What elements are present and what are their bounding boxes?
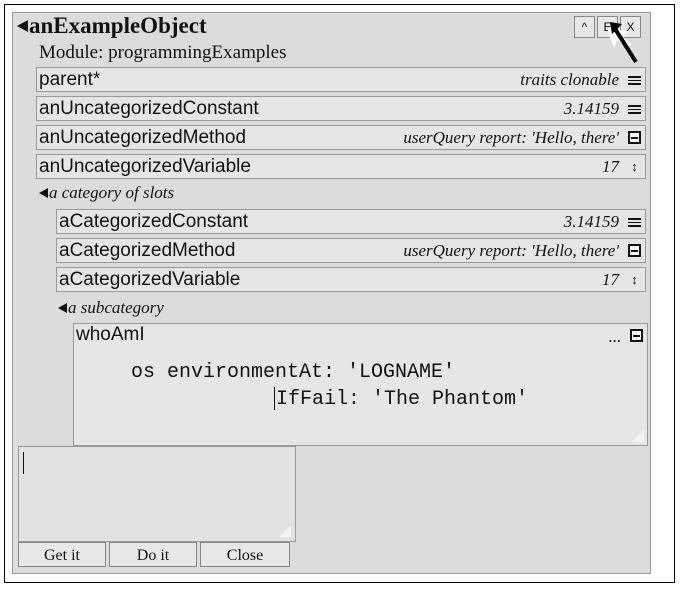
slot-row-variable[interactable]: anUncategorizedVariable 17 ↕ [36, 154, 646, 179]
slot-name: aCategorizedVariable [59, 269, 241, 290]
code-line-1[interactable]: os environmentAt: 'LOGNAME' [131, 361, 455, 384]
slot-value: 3.14159 [563, 99, 619, 118]
code-line-2[interactable]: IfFail: 'The Phantom' [276, 388, 528, 411]
resize-grip-icon[interactable] [279, 525, 291, 537]
variable-arrows-icon[interactable]: ↕ [628, 160, 641, 173]
get-it-button[interactable]: Get it [18, 542, 106, 567]
slot-value: 17 [602, 157, 619, 176]
slot-name: aCategorizedConstant [59, 211, 249, 232]
slot-name: anUncategorizedMethod [39, 127, 247, 148]
category-slot-row-method[interactable]: aCategorizedMethod userQuery report: 'He… [56, 238, 646, 263]
category-slot-row-constant[interactable]: aCategorizedConstant 3.14159 [56, 209, 646, 234]
slot-row-constant[interactable]: anUncategorizedConstant 3.14159 [36, 96, 646, 121]
slot-row-method[interactable]: anUncategorizedMethod userQuery report: … [36, 125, 646, 150]
method-name: whoAmI [76, 324, 145, 345]
category-slot-row-variable[interactable]: aCategorizedVariable 17 ↕ [56, 267, 646, 292]
module-label: Module: programmingExamples [39, 42, 287, 63]
slot-name: anUncategorizedVariable [39, 156, 251, 177]
slot-name: anUncategorizedConstant [39, 98, 259, 119]
slot-value: userQuery report: 'Hello, there' [403, 241, 619, 260]
slot-value: userQuery report: 'Hello, there' [403, 128, 619, 147]
method-icon[interactable] [628, 244, 641, 257]
evaluator-input[interactable] [18, 446, 296, 542]
object-title-text: anExampleObject [29, 13, 207, 38]
collapse-triangle-icon[interactable] [17, 19, 28, 32]
arrow-pointer-icon [608, 22, 638, 64]
evaluator-caret [23, 452, 24, 474]
subcategory-collapse-icon[interactable] [58, 303, 67, 314]
constant-icon[interactable] [628, 218, 641, 227]
slot-value: 3.14159 [563, 212, 619, 231]
close-evaluator-button[interactable]: Close [200, 542, 290, 567]
object-title[interactable]: anExampleObject [17, 13, 207, 39]
resize-grip-icon[interactable] [632, 430, 644, 442]
slot-row-parent[interactable]: parent* traits clonable [36, 67, 646, 92]
up-button[interactable]: ^ [574, 16, 595, 38]
constant-icon[interactable] [628, 105, 641, 114]
subcategory-label: a subcategory [68, 298, 164, 317]
category-collapse-icon[interactable] [39, 188, 48, 199]
do-it-button[interactable]: Do it [109, 542, 197, 567]
category-label: a category of slots [49, 183, 175, 202]
slot-name: parent* [39, 69, 101, 90]
slot-name: aCategorizedMethod [59, 240, 236, 261]
constant-icon[interactable] [628, 76, 641, 85]
category-header[interactable]: a category of slots [39, 183, 174, 203]
outliner-window: anExampleObject ^ E X Module: programmin… [12, 12, 651, 574]
method-editor-whoami[interactable]: whoAmI ... os environmentAt: 'LOGNAME' I… [73, 323, 648, 446]
method-value: ... [608, 327, 621, 346]
variable-arrows-icon[interactable]: ↕ [628, 273, 641, 286]
slot-value: traits clonable [520, 70, 619, 89]
method-icon[interactable] [628, 131, 641, 144]
slot-value: 17 [602, 270, 619, 289]
text-caret [274, 387, 275, 410]
method-icon[interactable] [630, 329, 643, 342]
subcategory-header[interactable]: a subcategory [58, 298, 164, 318]
